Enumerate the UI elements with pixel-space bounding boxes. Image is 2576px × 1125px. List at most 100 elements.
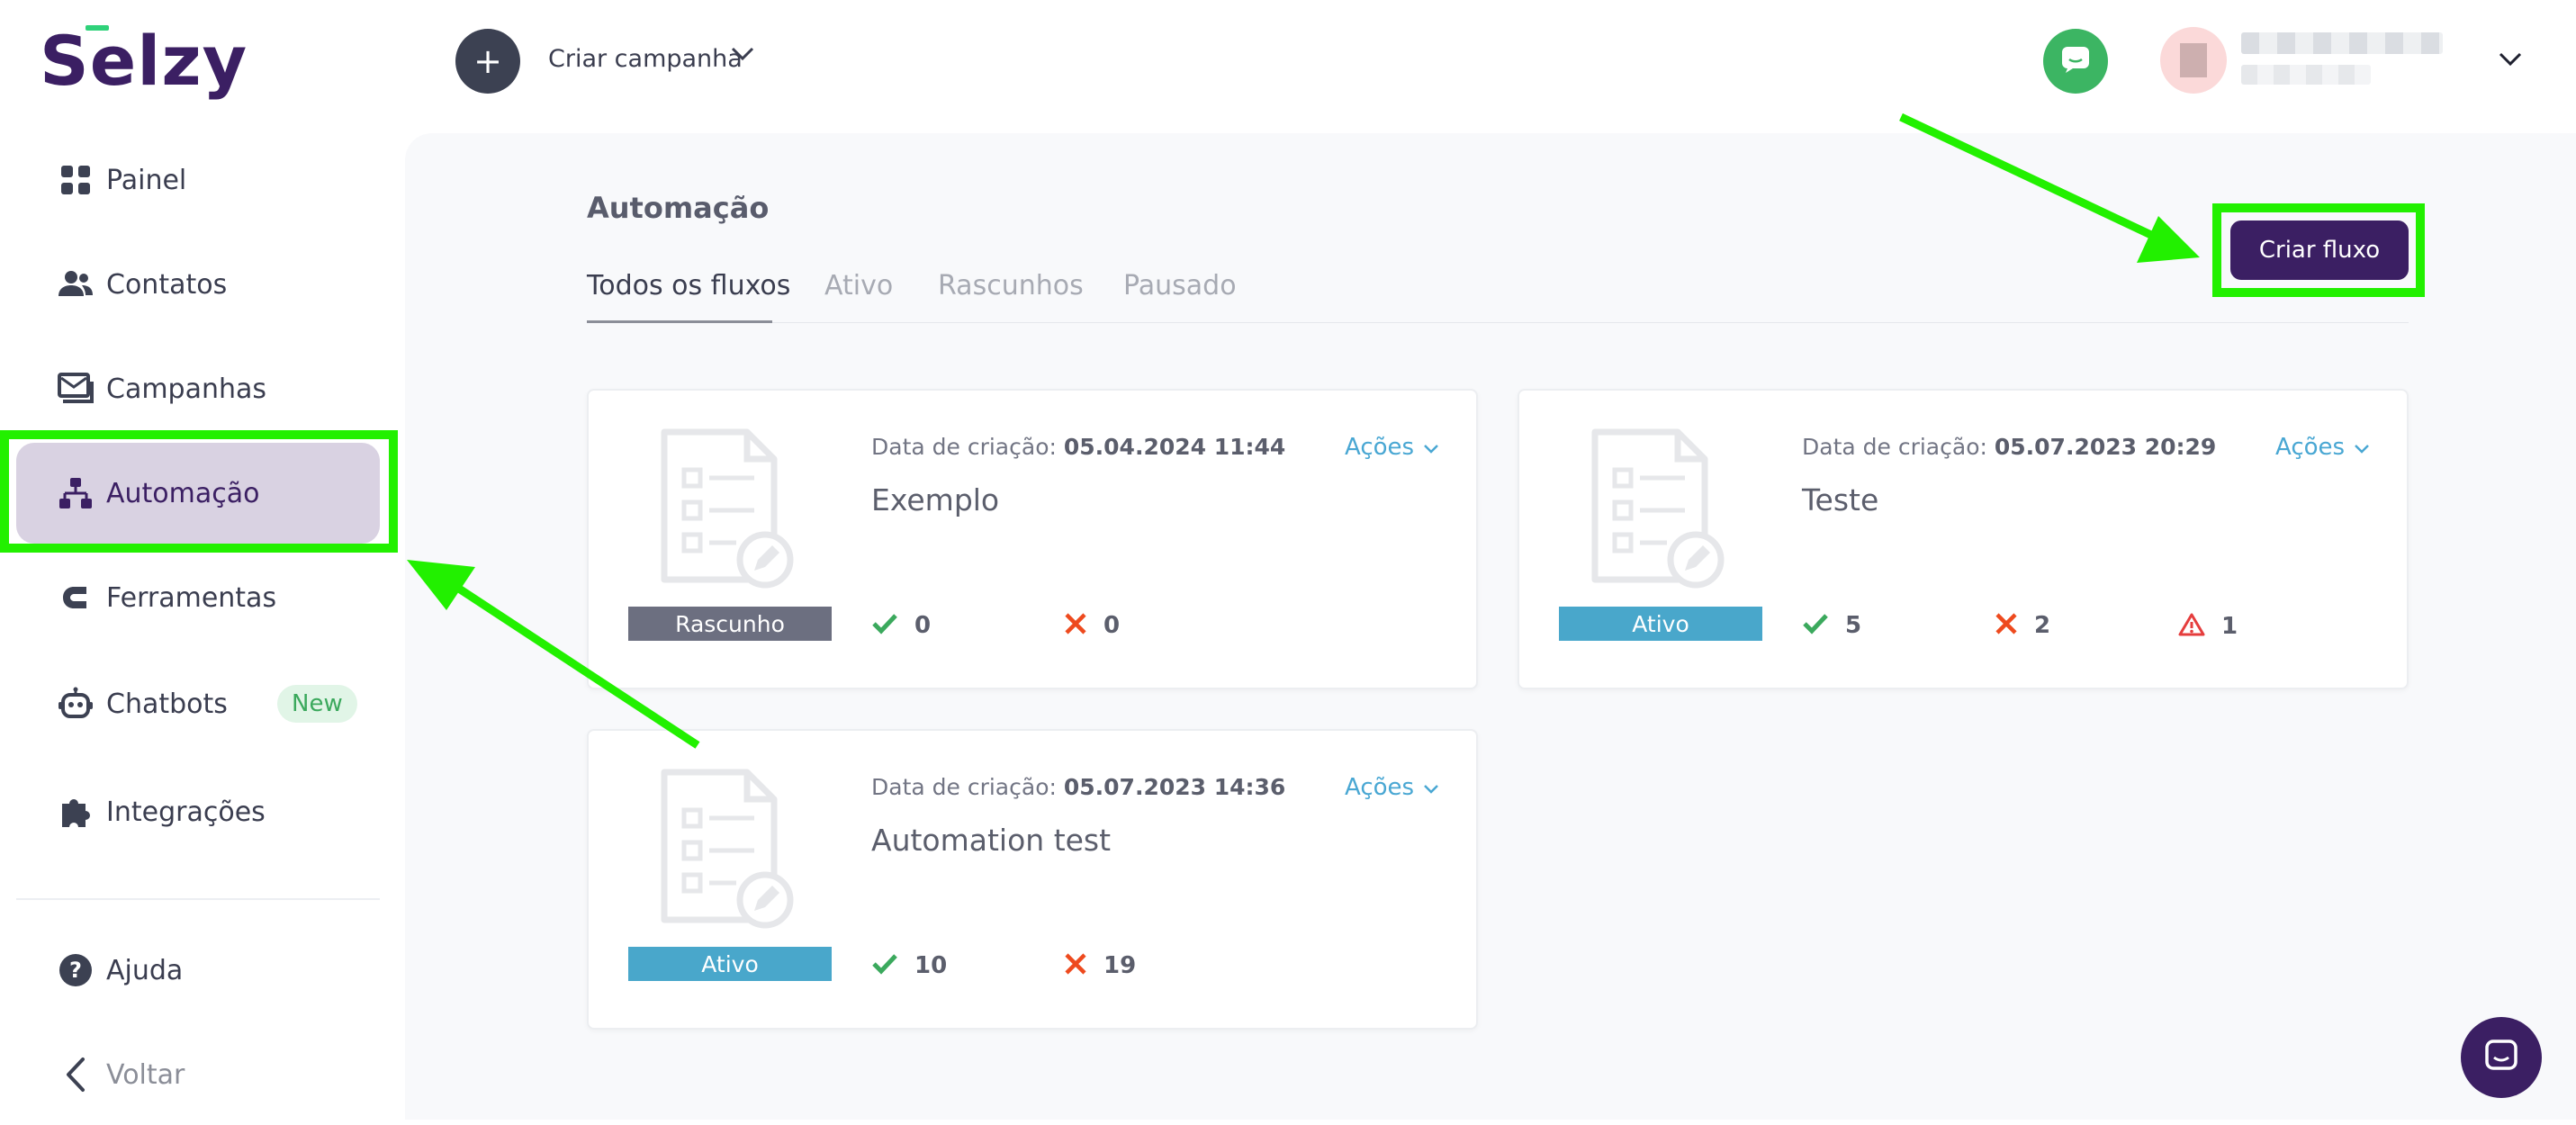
chevron-left-icon — [58, 1057, 94, 1093]
sidebar-item-label: Ajuda — [106, 954, 184, 986]
sidebar-item-ferramentas[interactable]: Ferramentas — [16, 547, 380, 648]
sidebar-item-chatbots[interactable]: Chatbots New — [16, 653, 380, 754]
sent-stat: 10 — [871, 952, 947, 979]
avatar-placeholder — [2180, 43, 2207, 77]
creation-date-value: 05.04.2024 11:44 — [1063, 434, 1286, 460]
status-badge: Ativo — [628, 947, 832, 981]
create-campaign-dropdown[interactable]: Criar campanha — [548, 45, 743, 73]
robot-icon — [58, 686, 94, 722]
chat-icon — [2060, 45, 2091, 77]
highlight-box-automacao — [0, 430, 398, 553]
sent-count: 5 — [1845, 612, 1862, 639]
check-icon — [871, 613, 898, 638]
status-badge: Rascunho — [628, 607, 832, 641]
sidebar-item-label: Voltar — [106, 1058, 185, 1091]
create-campaign-plus-button[interactable]: + — [455, 29, 520, 94]
sidebar-item-campanhas[interactable]: Campanhas — [16, 338, 380, 439]
flow-document-illustration — [1590, 427, 1725, 592]
sidebar-item-label: Contatos — [106, 268, 228, 301]
sidebar-item-integracoes[interactable]: Integrações — [16, 761, 380, 862]
creation-date-value: 05.07.2023 20:29 — [1994, 434, 2217, 460]
sidebar-divider — [16, 898, 380, 900]
chevron-down-icon — [2354, 434, 2370, 461]
error-x-icon — [1995, 612, 2018, 639]
chat-icon — [2483, 1038, 2519, 1077]
error-x-icon — [1064, 612, 1087, 639]
failed-count: 19 — [1103, 952, 1137, 979]
actions-dropdown[interactable]: Ações — [1345, 434, 1439, 461]
user-email-redacted — [2241, 65, 2371, 85]
page-title: Automação — [587, 191, 770, 225]
campaigns-icon — [58, 371, 94, 407]
new-badge: New — [277, 685, 357, 723]
flow-card-automation-test[interactable]: Ativo Data de criação: 05.07.2023 14:36 … — [587, 729, 1478, 1030]
chat-button[interactable] — [2043, 29, 2108, 94]
help-circle-icon: ? — [58, 952, 94, 988]
sidebar-item-contatos[interactable]: Contatos — [16, 234, 380, 335]
active-tab-indicator — [587, 320, 772, 323]
creation-date: Data de criação: 05.04.2024 11:44 — [871, 434, 1285, 460]
flow-name[interactable]: Teste — [1802, 482, 1878, 518]
tab-todos-os-fluxos[interactable]: Todos os fluxos — [587, 270, 790, 302]
flow-document-illustration — [659, 427, 794, 592]
flow-name[interactable]: Exemplo — [871, 482, 999, 518]
creation-date: Data de criação: 05.07.2023 20:29 — [1802, 434, 2216, 460]
creation-date: Data de criação: 05.07.2023 14:36 — [871, 774, 1285, 800]
actions-label: Ações — [1345, 434, 1415, 461]
check-icon — [871, 953, 898, 978]
actions-dropdown[interactable]: Ações — [1345, 774, 1439, 801]
tab-pausado[interactable]: Pausado — [1123, 270, 1237, 302]
flow-card-exemplo[interactable]: Rascunho Data de criação: 05.04.2024 11:… — [587, 389, 1478, 689]
failed-stat: 0 — [1064, 612, 1120, 639]
sent-stat: 5 — [1802, 612, 1861, 639]
warning-triangle-icon — [2178, 612, 2205, 641]
user-avatar[interactable] — [2160, 27, 2227, 94]
sidebar-item-painel[interactable]: Painel — [16, 130, 380, 230]
status-badge: Ativo — [1559, 607, 1762, 641]
sidebar-item-label: Painel — [106, 164, 187, 196]
actions-dropdown[interactable]: Ações — [2275, 434, 2370, 461]
check-icon — [1802, 613, 1829, 638]
sidebar-item-label: Integrações — [106, 796, 266, 828]
sidebar-item-label: Chatbots — [106, 688, 228, 720]
chevron-down-icon — [1423, 434, 1439, 461]
logo-accent — [86, 25, 109, 31]
sidebar-item-label: Ferramentas — [106, 581, 277, 614]
sent-stat: 0 — [871, 612, 931, 639]
flow-name[interactable]: Automation test — [871, 823, 1111, 858]
creation-date-label: Data de criação: — [1802, 434, 1987, 460]
failed-stat: 2 — [1995, 612, 2050, 639]
warning-stat: 1 — [2178, 612, 2238, 641]
flow-card-teste[interactable]: Ativo Data de criação: 05.07.2023 20:29 … — [1518, 389, 2409, 689]
tab-rascunhos[interactable]: Rascunhos — [938, 270, 1084, 302]
creation-date-value: 05.07.2023 14:36 — [1063, 774, 1286, 800]
dashboard-grid-icon — [58, 162, 94, 198]
sent-count: 0 — [914, 612, 932, 639]
svg-text:?: ? — [69, 958, 82, 983]
failed-stat: 19 — [1064, 952, 1136, 979]
flow-document-illustration — [659, 767, 794, 932]
sidebar: Selzy Painel Contatos Campanhas Automaçã… — [0, 0, 405, 1120]
puzzle-icon — [58, 794, 94, 830]
error-x-icon — [1064, 952, 1087, 979]
sidebar-item-voltar[interactable]: Voltar — [16, 1024, 380, 1125]
plus-icon: + — [473, 41, 502, 81]
tools-magnet-icon — [58, 580, 94, 616]
sidebar-item-ajuda[interactable]: ? Ajuda — [16, 920, 380, 1021]
highlight-box-criar-fluxo — [2212, 203, 2425, 297]
sent-count: 10 — [914, 952, 948, 979]
warning-count: 1 — [2221, 613, 2238, 640]
tabs-divider — [587, 322, 2409, 323]
failed-count: 0 — [1103, 612, 1121, 639]
selzy-logo[interactable]: Selzy — [40, 25, 248, 97]
creation-date-label: Data de criação: — [871, 434, 1057, 460]
users-icon — [58, 266, 94, 302]
chevron-down-icon — [1423, 774, 1439, 801]
creation-date-label: Data de criação: — [871, 774, 1057, 800]
support-chat-button[interactable] — [2461, 1017, 2542, 1098]
chevron-down-icon[interactable] — [2499, 52, 2522, 70]
user-name-redacted — [2241, 32, 2443, 54]
chevron-down-icon[interactable] — [731, 47, 754, 65]
tab-ativo[interactable]: Ativo — [824, 270, 893, 302]
sidebar-item-label: Campanhas — [106, 373, 267, 405]
